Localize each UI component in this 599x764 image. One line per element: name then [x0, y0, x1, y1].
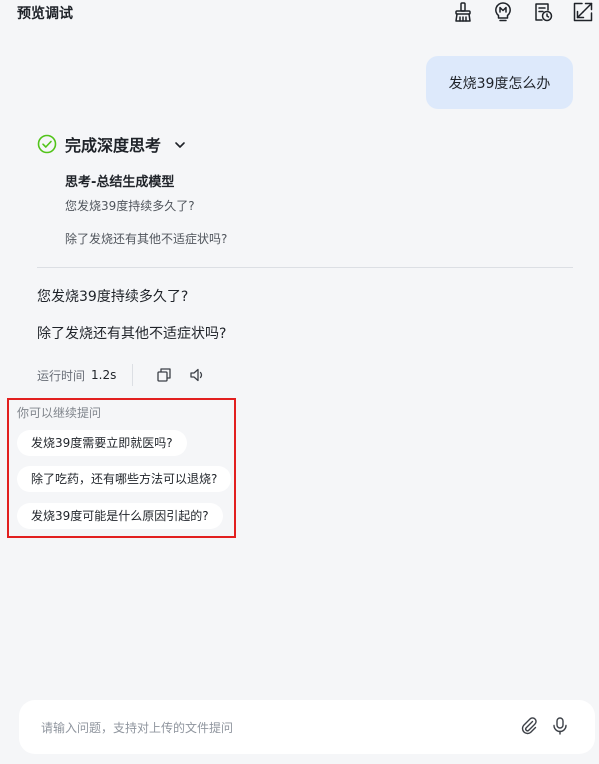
memory-icon[interactable] — [492, 1, 514, 23]
answer-line: 您发烧39度持续多久了? — [37, 289, 189, 305]
meta-divider — [132, 364, 134, 386]
thinking-content: 思考-总结生成模型 您发烧39度持续多久了? 除了发烧还有其他不适症状吗? — [65, 174, 555, 247]
deep-thinking-status: 完成深度思考 — [65, 136, 162, 155]
expand-icon[interactable] — [572, 1, 594, 23]
speaker-icon[interactable] — [189, 367, 205, 383]
paperclip-icon[interactable] — [519, 716, 539, 736]
deep-thinking-toggle[interactable]: 完成深度思考 — [37, 132, 187, 156]
copy-icon[interactable] — [156, 367, 172, 383]
suggestion-chip[interactable]: 除了吃药，还有哪些方法可以退烧? — [17, 466, 232, 492]
thinking-line: 除了发烧还有其他不适症状吗? — [65, 232, 228, 246]
question-input[interactable] — [39, 716, 503, 740]
broom-icon[interactable] — [452, 1, 474, 23]
chevron-down-icon — [173, 137, 187, 151]
divider — [37, 267, 573, 268]
page-title: 预览调试 — [17, 6, 73, 22]
check-circle-icon — [37, 134, 57, 154]
suggestion-chip[interactable]: 发烧39度需要立即就医吗? — [17, 430, 187, 456]
user-message-bubble: 发烧39度怎么办 — [426, 56, 573, 109]
suggestion-chip[interactable]: 发烧39度可能是什么原因引起的? — [17, 503, 223, 529]
answer-line: 除了发烧还有其他不适症状吗? — [37, 326, 227, 342]
runtime-value: 1.2s — [91, 368, 117, 382]
chat-input-bar — [19, 700, 595, 754]
message-meta: 运行时间 1.2s — [37, 364, 205, 386]
microphone-icon[interactable] — [550, 716, 570, 736]
thinking-line: 您发烧39度持续多久了? — [65, 199, 195, 213]
header-bar: 预览调试 — [0, 0, 599, 30]
runtime-label: 运行时间 — [37, 368, 86, 383]
document-clock-icon[interactable] — [532, 1, 554, 23]
thinking-step-title: 思考-总结生成模型 — [65, 175, 175, 190]
suggestions-heading: 你可以继续提问 — [17, 406, 102, 420]
